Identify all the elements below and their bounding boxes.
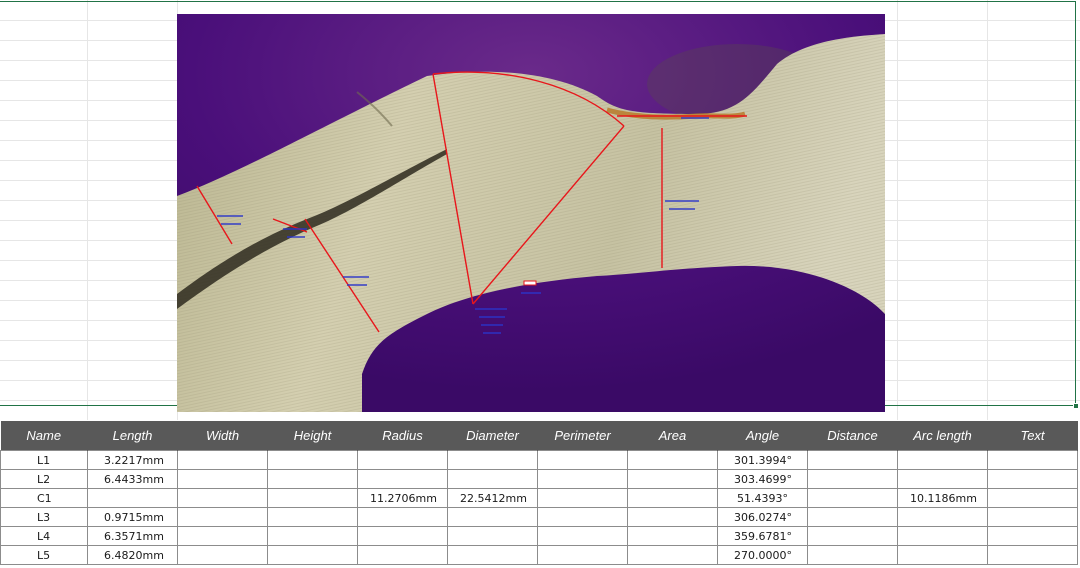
cell-name[interactable]: L4 bbox=[0, 526, 88, 546]
cell-arc-length[interactable] bbox=[897, 469, 988, 489]
cell-text[interactable] bbox=[987, 488, 1078, 508]
cell-area[interactable] bbox=[627, 488, 718, 508]
column-header-area[interactable]: Area bbox=[627, 421, 718, 451]
arc-center-marker bbox=[523, 280, 537, 286]
cell-area[interactable] bbox=[627, 526, 718, 546]
cell-distance[interactable] bbox=[807, 469, 898, 489]
table-row: L2 6.4433mm 303.4699° bbox=[0, 469, 1078, 489]
cell-length[interactable] bbox=[87, 488, 178, 508]
cell-width[interactable] bbox=[177, 545, 268, 565]
cell-length[interactable]: 3.2217mm bbox=[87, 450, 178, 470]
cell-perimeter[interactable] bbox=[537, 488, 628, 508]
cell-name[interactable]: L2 bbox=[0, 469, 88, 489]
cell-length[interactable]: 6.3571mm bbox=[87, 526, 178, 546]
cell-area[interactable] bbox=[627, 545, 718, 565]
cell-diameter[interactable] bbox=[447, 545, 538, 565]
cell-radius[interactable] bbox=[357, 526, 448, 546]
cell-distance[interactable] bbox=[807, 526, 898, 546]
cell-arc-length[interactable] bbox=[897, 526, 988, 546]
spreadsheet-sheet: Name Length Width Height Radius Diameter… bbox=[0, 0, 1080, 568]
cell-diameter[interactable] bbox=[447, 526, 538, 546]
cell-distance[interactable] bbox=[807, 450, 898, 470]
cell-angle[interactable]: 359.6781° bbox=[717, 526, 808, 546]
cell-height[interactable] bbox=[267, 488, 358, 508]
column-header-width[interactable]: Width bbox=[177, 421, 268, 451]
resize-handle-icon[interactable] bbox=[1073, 403, 1079, 409]
cell-text[interactable] bbox=[987, 545, 1078, 565]
cell-text[interactable] bbox=[987, 526, 1078, 546]
cell-name[interactable]: L3 bbox=[0, 507, 88, 527]
column-header-text[interactable]: Text bbox=[987, 421, 1078, 451]
cell-diameter[interactable] bbox=[447, 469, 538, 489]
cell-length[interactable]: 6.4820mm bbox=[87, 545, 178, 565]
cell-angle[interactable]: 270.0000° bbox=[717, 545, 808, 565]
cell-perimeter[interactable] bbox=[537, 545, 628, 565]
cell-angle[interactable]: 301.3994° bbox=[717, 450, 808, 470]
cell-area[interactable] bbox=[627, 450, 718, 470]
cell-radius[interactable] bbox=[357, 545, 448, 565]
table-row: L3 0.9715mm 306.0274° bbox=[0, 507, 1078, 527]
cell-width[interactable] bbox=[177, 488, 268, 508]
cell-radius[interactable]: 11.2706mm bbox=[357, 488, 448, 508]
cell-perimeter[interactable] bbox=[537, 507, 628, 527]
column-header-name[interactable]: Name bbox=[0, 421, 88, 451]
cell-text[interactable] bbox=[987, 507, 1078, 527]
column-header-perimeter[interactable]: Perimeter bbox=[537, 421, 628, 451]
cell-height[interactable] bbox=[267, 545, 358, 565]
cell-width[interactable] bbox=[177, 526, 268, 546]
column-header-arc-length[interactable]: Arc length bbox=[897, 421, 988, 451]
cell-angle[interactable]: 51.4393° bbox=[717, 488, 808, 508]
table-row: L4 6.3571mm 359.6781° bbox=[0, 526, 1078, 546]
column-header-distance[interactable]: Distance bbox=[807, 421, 898, 451]
cell-text[interactable] bbox=[987, 450, 1078, 470]
cell-distance[interactable] bbox=[807, 488, 898, 508]
cell-length[interactable]: 0.9715mm bbox=[87, 507, 178, 527]
cell-angle[interactable]: 303.4699° bbox=[717, 469, 808, 489]
cell-arc-length[interactable] bbox=[897, 507, 988, 527]
cell-angle[interactable]: 306.0274° bbox=[717, 507, 808, 527]
column-header-length[interactable]: Length bbox=[87, 421, 178, 451]
cell-name[interactable]: L5 bbox=[0, 545, 88, 565]
cell-length[interactable]: 6.4433mm bbox=[87, 469, 178, 489]
table-row: L5 6.4820mm 270.0000° bbox=[0, 545, 1078, 565]
table-row: L1 3.2217mm 301.3994° bbox=[0, 450, 1078, 470]
cell-text[interactable] bbox=[987, 469, 1078, 489]
cell-arc-length[interactable] bbox=[897, 450, 988, 470]
table-header-row: Name Length Width Height Radius Diameter… bbox=[0, 421, 1078, 451]
cell-width[interactable] bbox=[177, 450, 268, 470]
cell-height[interactable] bbox=[267, 526, 358, 546]
cell-width[interactable] bbox=[177, 469, 268, 489]
measurement-image-canvas bbox=[177, 14, 885, 412]
cell-radius[interactable] bbox=[357, 507, 448, 527]
measurement-image[interactable] bbox=[177, 14, 885, 412]
cell-arc-length[interactable]: 10.1186mm bbox=[897, 488, 988, 508]
column-header-angle[interactable]: Angle bbox=[717, 421, 808, 451]
cell-area[interactable] bbox=[627, 469, 718, 489]
measurement-results-table: Name Length Width Height Radius Diameter… bbox=[0, 421, 1078, 565]
cell-distance[interactable] bbox=[807, 507, 898, 527]
column-header-radius[interactable]: Radius bbox=[357, 421, 448, 451]
table-row: C1 11.2706mm 22.5412mm 51.4393° 10.1186m… bbox=[0, 488, 1078, 508]
cell-height[interactable] bbox=[267, 469, 358, 489]
cell-height[interactable] bbox=[267, 507, 358, 527]
cell-diameter[interactable] bbox=[447, 450, 538, 470]
column-header-diameter[interactable]: Diameter bbox=[447, 421, 538, 451]
cell-height[interactable] bbox=[267, 450, 358, 470]
cell-perimeter[interactable] bbox=[537, 450, 628, 470]
cell-radius[interactable] bbox=[357, 469, 448, 489]
cell-perimeter[interactable] bbox=[537, 526, 628, 546]
cell-radius[interactable] bbox=[357, 450, 448, 470]
cell-arc-length[interactable] bbox=[897, 545, 988, 565]
cell-distance[interactable] bbox=[807, 545, 898, 565]
cell-name[interactable]: C1 bbox=[0, 488, 88, 508]
cell-name[interactable]: L1 bbox=[0, 450, 88, 470]
cell-area[interactable] bbox=[627, 507, 718, 527]
column-header-height[interactable]: Height bbox=[267, 421, 358, 451]
cell-perimeter[interactable] bbox=[537, 469, 628, 489]
cell-diameter[interactable] bbox=[447, 507, 538, 527]
cell-width[interactable] bbox=[177, 507, 268, 527]
cell-diameter[interactable]: 22.5412mm bbox=[447, 488, 538, 508]
